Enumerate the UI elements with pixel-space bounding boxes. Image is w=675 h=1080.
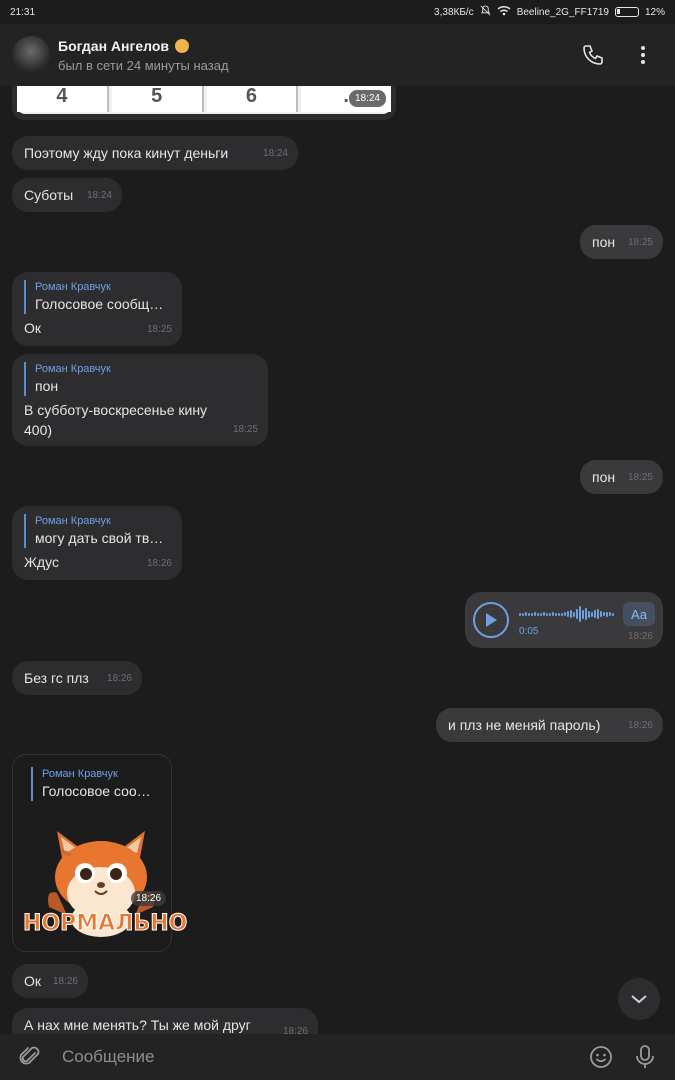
scroll-down-button[interactable] (618, 978, 660, 1020)
message-time: 18:25 (627, 237, 653, 248)
contact-info[interactable]: Богдан Ангелов был в сети 24 минуты наза… (58, 38, 573, 73)
message-text: Ок (24, 320, 42, 336)
voice-duration: 0:05 (519, 626, 539, 637)
message-time: 18:24 (348, 90, 386, 107)
message-in[interactable]: Поэтому жду пока кинут деньги 18:24 (12, 136, 298, 170)
mute-icon (480, 5, 491, 19)
keypad-image: 4 5 6 . (17, 86, 391, 114)
attach-button[interactable] (14, 1041, 46, 1073)
reply-author: Роман Кравчук (42, 768, 118, 780)
status-time: 21:31 (10, 6, 36, 18)
message-text: пон (592, 469, 616, 485)
message-time: 18:26 (627, 631, 653, 642)
message-time: 18:24 (86, 190, 112, 201)
reply-author: Роман Кравчук (35, 515, 111, 527)
reply-author: Роман Кравчук (35, 363, 111, 375)
message-in[interactable]: А нах мне менять? Ты же мой друг 18:26 (12, 1008, 318, 1034)
message-in[interactable]: Суботы 18:24 (12, 178, 122, 212)
message-out[interactable]: пон 18:25 (580, 225, 663, 259)
message-in-reply[interactable]: Роман Кравчук пон В субботу-воскресенье … (12, 354, 268, 446)
reply-text: пон (35, 378, 59, 394)
chat-header[interactable]: Богдан Ангелов был в сети 24 минуты наза… (0, 24, 675, 86)
message-text: В субботу-воскресенье кину 400) (24, 402, 208, 438)
message-text: Ок (24, 973, 42, 989)
reply-quote[interactable]: Роман Кравчук Голосовое соо… (31, 767, 161, 801)
voice-record-button[interactable] (629, 1041, 661, 1073)
sticker-caption: НОРМАЛЬНО (22, 911, 188, 937)
keypad-key: 5 (111, 86, 204, 112)
play-button[interactable] (473, 602, 509, 638)
message-text: и плз не меняй пароль) (448, 717, 601, 733)
keypad-key: 4 (17, 86, 109, 112)
chat-area[interactable]: 4 5 6 . 18:24 Поэтому жду пока кинут ден… (0, 86, 675, 1034)
paperclip-icon (19, 1046, 40, 1065)
message-time: 18:25 (627, 472, 653, 483)
chevron-down-icon (631, 995, 647, 1004)
reply-text: Голосовое соо… (42, 783, 151, 799)
more-vertical-icon (641, 46, 645, 64)
play-icon (486, 613, 497, 627)
microphone-icon (636, 1045, 654, 1068)
network-name: Beeline_2G_FF1719 (516, 6, 609, 18)
message-time: 18:26 (282, 1026, 308, 1034)
sticker-message[interactable]: Роман Кравчук Голосовое соо… НОРМАЛЬНО 1… (12, 754, 188, 952)
message-out[interactable]: и плз не меняй пароль) 18:26 (436, 708, 663, 742)
emoji-button[interactable] (585, 1041, 617, 1073)
message-text: Без гс плз (24, 670, 89, 686)
contact-name: Богдан Ангелов (58, 38, 573, 54)
message-in-reply[interactable]: Роман Кравчук Голосовое сообщ… Ок 18:25 (12, 272, 182, 346)
emoji-badge-icon (174, 38, 189, 53)
battery-icon (614, 7, 639, 17)
keypad-key: 6 (206, 86, 299, 112)
wifi-icon (497, 5, 511, 19)
transcribe-button[interactable]: Aa (623, 602, 655, 626)
message-text: А нах мне менять? Ты же мой друг (24, 1017, 251, 1033)
more-button[interactable] (623, 35, 663, 75)
smile-icon (590, 1046, 612, 1068)
status-bar: 21:31 3,38КБ/с Beeline_2G_FF1719 12% (0, 0, 675, 24)
avatar[interactable] (12, 36, 50, 74)
battery-level: 12% (644, 6, 665, 18)
network-speed: 3,38КБ/с (434, 6, 474, 18)
reply-author: Роман Кравчук (35, 281, 111, 293)
call-button[interactable] (573, 35, 613, 75)
message-time: 18:25 (232, 424, 258, 435)
message-in[interactable]: Ок 18:26 (12, 964, 88, 998)
reply-quote[interactable]: Роман Кравчук могу дать свой тв… (24, 514, 170, 548)
message-time: 18:24 (262, 148, 288, 159)
message-text: Поэтому жду пока кинут деньги (24, 145, 229, 161)
reply-text: могу дать свой тв… (35, 530, 164, 546)
phone-icon (583, 45, 603, 65)
message-text: Суботы (24, 187, 74, 203)
message-input[interactable] (62, 1047, 573, 1067)
message-text: пон (592, 234, 616, 250)
message-time: 18:26 (146, 558, 172, 569)
message-time: 18:26 (627, 720, 653, 731)
message-time: 18:26 (131, 891, 167, 906)
message-time: 18:26 (52, 976, 78, 987)
contact-status: был в сети 24 минуты назад (58, 57, 229, 73)
message-time: 18:25 (146, 324, 172, 335)
message-out[interactable]: пон 18:25 (580, 460, 663, 494)
reply-quote[interactable]: Роман Кравчук пон (24, 362, 256, 396)
message-composer[interactable] (0, 1034, 675, 1080)
message-in-reply[interactable]: Роман Кравчук могу дать свой тв… Ждус 18… (12, 506, 182, 580)
message-in[interactable]: Без гс плз 18:26 (12, 661, 142, 695)
contact-name-text: Богдан Ангелов (58, 37, 169, 54)
voice-message[interactable]: 0:05 Aa 18:26 (465, 592, 663, 648)
message-time: 18:26 (106, 673, 132, 684)
reply-quote[interactable]: Роман Кравчук Голосовое сообщ… (24, 280, 170, 314)
waveform[interactable] (519, 606, 615, 622)
message-text: Ждус (24, 554, 59, 570)
photo-message[interactable]: 4 5 6 . 18:24 (12, 86, 396, 120)
reply-text: Голосовое сообщ… (35, 296, 164, 312)
